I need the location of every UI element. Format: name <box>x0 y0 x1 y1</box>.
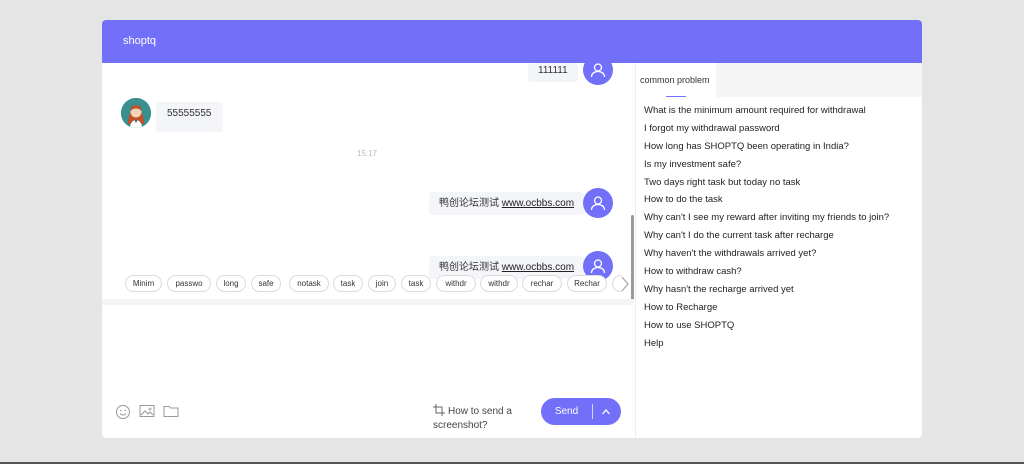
faq-panel: common problem What is the minimum amoun… <box>635 63 922 438</box>
faq-item[interactable]: What is the minimum amount required for … <box>636 102 922 120</box>
emoji-icon[interactable] <box>115 404 131 419</box>
message-link[interactable]: www.ocbbs.com <box>502 198 574 209</box>
chevron-right-icon[interactable] <box>618 273 632 295</box>
faq-item[interactable]: How long has SHOPTQ been operating in In… <box>636 138 922 156</box>
message-list[interactable]: 111111 55555555 15:17 鸭创论坛测试 www.ocbbs.c… <box>102 63 634 295</box>
send-separator <box>592 404 593 419</box>
user-message-bubble: 111111 <box>528 63 578 82</box>
message-timestamp: 15:17 <box>357 149 378 158</box>
faq-item[interactable]: How to withdraw cash? <box>636 263 922 281</box>
window-header: shoptq <box>102 20 922 63</box>
quick-reply-chip[interactable]: task <box>401 275 431 292</box>
faq-item[interactable]: I forgot my withdrawal password <box>636 120 922 138</box>
faq-item[interactable]: How to Recharge <box>636 299 922 317</box>
chevron-up-icon[interactable] <box>596 398 616 425</box>
window-title: shoptq <box>123 35 157 47</box>
faq-item[interactable]: Help <box>636 335 922 353</box>
quick-reply-chip[interactable]: withdr <box>480 275 518 292</box>
send-label: Send <box>554 406 579 417</box>
quick-reply-chip[interactable]: withdr <box>436 275 476 292</box>
faq-list: What is the minimum amount required for … <box>636 97 922 352</box>
message-link[interactable]: www.ocbbs.com <box>502 262 574 273</box>
quick-reply-chip[interactable]: passwo <box>167 275 211 292</box>
quick-reply-chip[interactable]: task <box>333 275 363 292</box>
quick-reply-chip[interactable]: notask <box>289 275 329 292</box>
quick-reply-bar: Minim passwo long safe notask task join … <box>102 273 634 299</box>
crop-icon <box>433 404 445 416</box>
faq-item[interactable]: Is my investment safe? <box>636 156 922 174</box>
quick-reply-chip[interactable]: Rechar <box>567 275 607 292</box>
quick-reply-chip[interactable]: join <box>368 275 396 292</box>
faq-item[interactable]: Why hasn't the recharge arrived yet <box>636 281 922 299</box>
quick-reply-chip[interactable]: safe <box>251 275 281 292</box>
user-message-bubble: 鸭创论坛测试 www.ocbbs.com <box>429 192 585 215</box>
chat-window: shoptq 111111 55555555 15:17 鸭创论坛测试 www.… <box>102 20 922 438</box>
faq-item[interactable]: Why haven't the withdrawals arrived yet? <box>636 245 922 263</box>
user-avatar-icon <box>583 63 613 85</box>
tab-common-problem[interactable]: common problem <box>636 63 716 97</box>
faq-tab-bar: common problem <box>636 63 922 97</box>
faq-item[interactable]: How to use SHOPTQ <box>636 317 922 335</box>
composer-divider <box>102 299 634 305</box>
faq-item[interactable]: Why can't I do the current task after re… <box>636 227 922 245</box>
faq-item[interactable]: Why can't I see my reward after inviting… <box>636 209 922 227</box>
quick-reply-chip[interactable]: rechar <box>522 275 562 292</box>
user-avatar-icon <box>583 188 613 218</box>
chat-pane: 111111 55555555 15:17 鸭创论坛测试 www.ocbbs.c… <box>102 63 634 438</box>
tab-active-indicator <box>666 96 686 97</box>
agent-avatar <box>121 98 151 128</box>
image-icon[interactable] <box>139 404 155 418</box>
faq-item[interactable]: Two days right task but today no task <box>636 174 922 192</box>
quick-reply-chip[interactable]: long <box>216 275 246 292</box>
send-button[interactable]: Send <box>541 398 621 425</box>
agent-message-bubble: 55555555 <box>156 102 223 132</box>
faq-item[interactable]: How to do the task <box>636 191 922 209</box>
screenshot-hint[interactable]: How to send a screenshot? <box>433 404 528 433</box>
quick-reply-chip[interactable]: Minim <box>125 275 162 292</box>
folder-icon[interactable] <box>163 404 179 418</box>
